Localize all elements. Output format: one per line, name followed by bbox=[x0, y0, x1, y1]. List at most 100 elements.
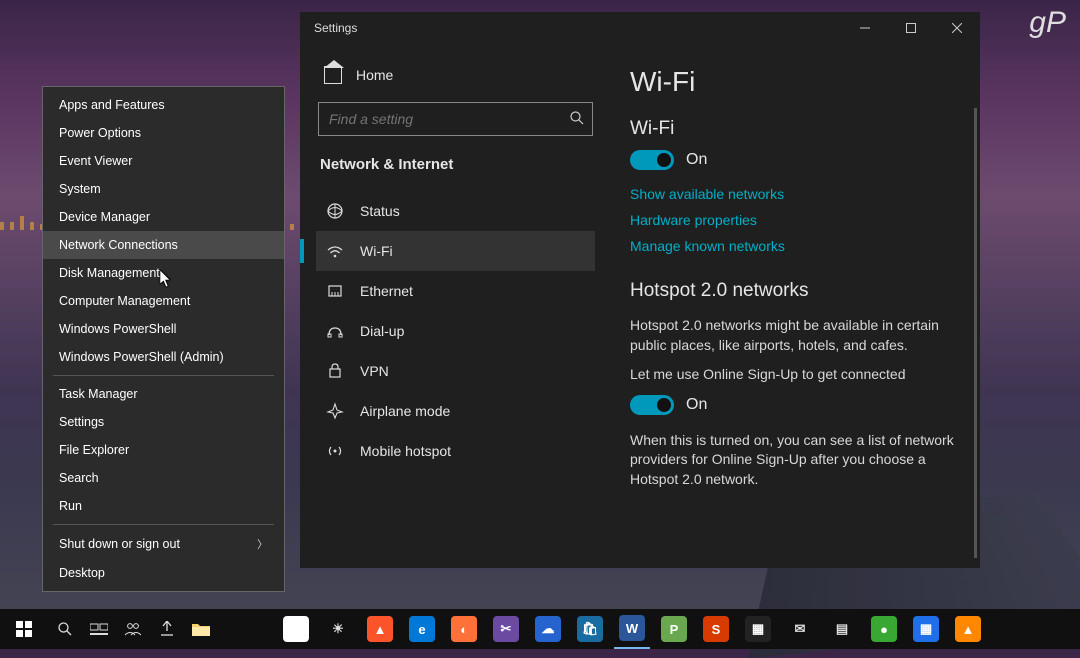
ethernet-icon bbox=[326, 282, 344, 300]
taskbar-app-video[interactable]: ▦ bbox=[740, 609, 776, 649]
menu-item-network-connections[interactable]: Network Connections bbox=[43, 231, 284, 259]
start-button[interactable] bbox=[0, 609, 48, 649]
menu-item-settings[interactable]: Settings bbox=[43, 408, 284, 436]
hotspot-icon bbox=[326, 442, 344, 460]
scrollbar[interactable] bbox=[974, 108, 977, 558]
airplane-icon bbox=[326, 402, 344, 420]
nav-item-airplane[interactable]: Airplane mode bbox=[316, 391, 595, 431]
vpn-icon: ● bbox=[871, 616, 897, 642]
menu-item-label: Windows PowerShell bbox=[59, 322, 176, 336]
taskbar-app-store[interactable]: 🛍 bbox=[572, 609, 608, 649]
taskbar-app-snip[interactable]: ✂ bbox=[488, 609, 524, 649]
status-icon bbox=[326, 202, 344, 220]
menu-item-label: Disk Management bbox=[59, 266, 160, 280]
signup-toggle[interactable] bbox=[630, 395, 674, 415]
menu-item-label: Run bbox=[59, 499, 82, 513]
pub-icon: P bbox=[661, 616, 687, 642]
nav-item-status[interactable]: Status bbox=[316, 191, 595, 231]
maximize-button[interactable] bbox=[888, 12, 934, 44]
taskbar-app-word[interactable]: W bbox=[614, 609, 650, 649]
taskbar-search-icon[interactable] bbox=[48, 609, 82, 649]
home-icon bbox=[324, 66, 342, 84]
nav-item-label: Mobile hotspot bbox=[360, 443, 451, 459]
link-show-networks[interactable]: Show available networks bbox=[630, 186, 962, 202]
taskbar: ◯☀ ▲ e ◐ ✂☁🛍 WPS ▦ ✉ ▤ ● ▦ ▲ bbox=[0, 609, 1080, 649]
windows-icon bbox=[16, 621, 32, 637]
signup-desc: When this is turned on, you can see a li… bbox=[630, 431, 962, 490]
nav-item-label: Dial-up bbox=[360, 323, 404, 339]
vlc-icon: ▲ bbox=[955, 616, 981, 642]
explorer-icon[interactable] bbox=[184, 609, 218, 649]
wifi-icon bbox=[326, 242, 344, 260]
page-title: Wi-Fi bbox=[630, 66, 962, 98]
close-button[interactable] bbox=[934, 12, 980, 44]
taskbar-app-firefox[interactable]: ◐ bbox=[446, 609, 482, 649]
menu-item-computer-management[interactable]: Computer Management bbox=[43, 287, 284, 315]
people-icon[interactable] bbox=[116, 609, 150, 649]
taskbar-app-brightness[interactable]: ☀ bbox=[320, 609, 356, 649]
link-hardware-properties[interactable]: Hardware properties bbox=[630, 212, 962, 228]
menu-item-label: Computer Management bbox=[59, 294, 190, 308]
menu-item-desktop[interactable]: Desktop bbox=[43, 559, 284, 587]
taskbar-app-brave[interactable]: ▲ bbox=[362, 609, 398, 649]
menu-item-label: Power Options bbox=[59, 126, 141, 140]
taskbar-app-chrome[interactable]: ◯ bbox=[278, 609, 314, 649]
search-input[interactable] bbox=[318, 102, 593, 136]
titlebar[interactable]: Settings bbox=[300, 12, 980, 44]
taskbar-app-mail[interactable]: ✉ bbox=[782, 609, 818, 649]
menu-item-shut-down-or-sign-out[interactable]: Shut down or sign out〉 bbox=[43, 529, 284, 559]
nav-item-label: Airplane mode bbox=[360, 403, 450, 419]
taskbar-app-vpn[interactable]: ● bbox=[866, 609, 902, 649]
settings-nav: Home Network & Internet StatusWi-FiEther… bbox=[300, 44, 608, 568]
menu-item-apps-and-features[interactable]: Apps and Features bbox=[43, 91, 284, 119]
menu-item-system[interactable]: System bbox=[43, 175, 284, 203]
word-icon: W bbox=[619, 615, 645, 641]
menu-item-label: Desktop bbox=[59, 566, 105, 580]
menu-item-disk-management[interactable]: Disk Management bbox=[43, 259, 284, 287]
settings-content: Wi-Fi Wi-Fi On Show available networks H… bbox=[608, 44, 980, 568]
wifi-toggle[interactable] bbox=[630, 150, 674, 170]
menu-item-label: File Explorer bbox=[59, 443, 129, 457]
menu-item-windows-powershell-admin-[interactable]: Windows PowerShell (Admin) bbox=[43, 343, 284, 371]
menu-item-power-options[interactable]: Power Options bbox=[43, 119, 284, 147]
wifi-section-label: Wi-Fi bbox=[630, 118, 962, 140]
nav-item-dialup[interactable]: Dial-up bbox=[316, 311, 595, 351]
taskbar-app-edge[interactable]: e bbox=[404, 609, 440, 649]
nav-item-vpn[interactable]: VPN bbox=[316, 351, 595, 391]
menu-item-label: Event Viewer bbox=[59, 154, 132, 168]
firefox-icon: ◐ bbox=[451, 616, 477, 642]
taskbar-app-calendar[interactable]: ▤ bbox=[824, 609, 860, 649]
nav-home-label: Home bbox=[356, 67, 393, 83]
pinned-icon[interactable] bbox=[150, 609, 184, 649]
menu-item-label: System bbox=[59, 182, 101, 196]
settings-window: Settings Home Network & Internet StatusW… bbox=[300, 12, 980, 568]
menu-item-search[interactable]: Search bbox=[43, 464, 284, 492]
menu-separator bbox=[53, 375, 274, 376]
window-title: Settings bbox=[314, 21, 357, 35]
task-view-icon[interactable] bbox=[82, 609, 116, 649]
taskbar-app-vlc[interactable]: ▲ bbox=[950, 609, 986, 649]
watermark: gP bbox=[1029, 6, 1066, 40]
nav-home[interactable]: Home bbox=[316, 58, 595, 92]
nav-item-wifi[interactable]: Wi-Fi bbox=[316, 231, 595, 271]
menu-item-file-explorer[interactable]: File Explorer bbox=[43, 436, 284, 464]
menu-item-run[interactable]: Run bbox=[43, 492, 284, 520]
nav-item-hotspot[interactable]: Mobile hotspot bbox=[316, 431, 595, 471]
nav-item-ethernet[interactable]: Ethernet bbox=[316, 271, 595, 311]
taskbar-app-mstodo[interactable]: ☁ bbox=[530, 609, 566, 649]
link-manage-networks[interactable]: Manage known networks bbox=[630, 238, 962, 254]
taskbar-app-sway[interactable]: S bbox=[698, 609, 734, 649]
menu-item-task-manager[interactable]: Task Manager bbox=[43, 380, 284, 408]
dialup-icon bbox=[326, 322, 344, 340]
nav-item-label: Ethernet bbox=[360, 283, 413, 299]
taskbar-app-calculator[interactable]: ▦ bbox=[908, 609, 944, 649]
video-icon: ▦ bbox=[745, 616, 771, 642]
brave-icon: ▲ bbox=[367, 616, 393, 642]
calendar-icon: ▤ bbox=[829, 616, 855, 642]
menu-item-device-manager[interactable]: Device Manager bbox=[43, 203, 284, 231]
menu-item-label: Windows PowerShell (Admin) bbox=[59, 350, 224, 364]
menu-item-event-viewer[interactable]: Event Viewer bbox=[43, 147, 284, 175]
menu-item-windows-powershell[interactable]: Windows PowerShell bbox=[43, 315, 284, 343]
taskbar-app-pub[interactable]: P bbox=[656, 609, 692, 649]
minimize-button[interactable] bbox=[842, 12, 888, 44]
